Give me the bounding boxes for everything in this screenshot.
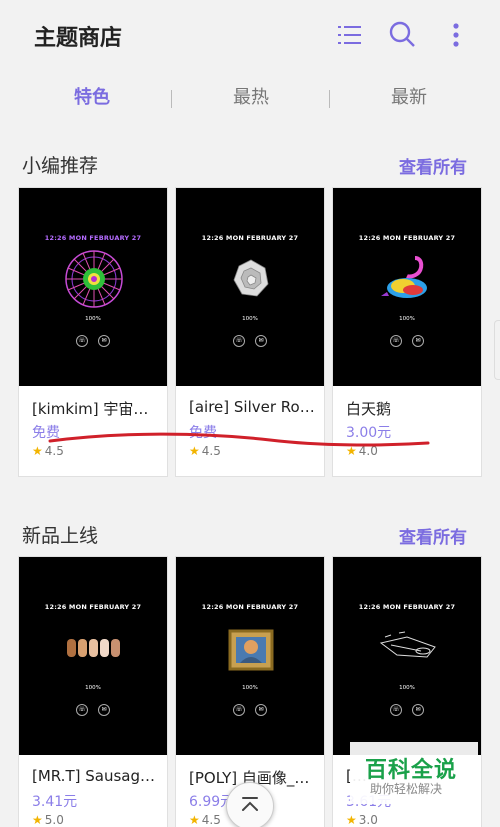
star-icon: ★	[189, 444, 200, 458]
message-icon: ✉	[98, 704, 110, 716]
see-all-new-arrivals-link[interactable]: 查看所有	[399, 523, 467, 548]
theme-rating: ★ 4.5	[189, 444, 221, 458]
message-icon: ✉	[412, 704, 424, 716]
rating-value: 4.5	[44, 444, 64, 458]
theme-thumbnail: 12:26 MON FEBRUARY 27 100% ☏ ✉	[19, 557, 167, 755]
tab-featured[interactable]: 特色	[12, 78, 172, 118]
phone-icon: ☏	[390, 704, 402, 716]
theme-price: 免费	[189, 425, 217, 441]
see-all-editor-picks-link[interactable]: 查看所有	[399, 153, 467, 178]
lock-screen-time: 12:26 MON FEBRUARY 27	[44, 603, 142, 611]
rating-value: 4.5	[201, 444, 221, 458]
message-icon: ✉	[255, 335, 267, 347]
lock-screen-time: 12:26 MON FEBRUARY 27	[44, 234, 142, 242]
lock-shortcuts: ☏ ✉	[333, 696, 481, 716]
search-icon[interactable]	[387, 20, 417, 50]
battery-text: 100%	[242, 316, 258, 322]
theme-price: 3.00元	[346, 425, 392, 441]
tab-popular[interactable]: 最热	[171, 78, 331, 118]
theme-name: [kimkim] 宇宙…	[32, 400, 149, 418]
mandala-art-icon	[65, 250, 123, 308]
lock-shortcuts: ☏ ✉	[333, 327, 481, 347]
theme-thumbnail: 12:26 MON FEBRUARY 27 100% ☏ ✉	[176, 188, 324, 386]
message-icon: ✉	[412, 335, 424, 347]
phone-icon: ☏	[233, 704, 245, 716]
lock-shortcuts: ☏ ✉	[176, 327, 324, 347]
theme-rating: ★ 3.0	[346, 813, 378, 827]
phone-icon: ☏	[390, 335, 402, 347]
star-icon: ★	[32, 444, 43, 458]
rating-value: 4.5	[201, 813, 221, 827]
theme-name: [MR.T] Sausag…	[32, 767, 155, 785]
silver-rose-art-icon	[233, 259, 269, 297]
theme-price: 免费	[32, 425, 60, 441]
list-icon[interactable]	[334, 20, 364, 50]
scroll-to-top-button[interactable]	[226, 782, 274, 827]
watermark-subtitle: 助你轻松解决	[370, 782, 443, 796]
theme-thumbnail: 12:26 MON FEBRUARY 27 100% ☏ ✉	[19, 188, 167, 386]
theme-card-mrt-sausage[interactable]: 12:26 MON FEBRUARY 27 100% ☏ ✉ [MR.T] Sau…	[18, 556, 168, 827]
theme-card-kimkim[interactable]: 12:26 MON FEBRUARY 27 100% ☏ ✉ [kimkim] 宇…	[18, 187, 168, 477]
lock-screen-time: 12:26 MON FEBRUARY 27	[201, 234, 299, 242]
theme-card-aire[interactable]: 12:26 MON FEBRUARY 27 100% ☏ ✉ [aire] Sil…	[175, 187, 325, 477]
lock-shortcuts: ☏ ✉	[19, 696, 167, 716]
theme-rating: ★ 4.0	[346, 444, 378, 458]
sausage-characters-icon	[67, 639, 120, 657]
rating-value: 4.0	[358, 444, 378, 458]
rating-value: 5.0	[44, 813, 64, 827]
rating-value: 3.0	[358, 813, 378, 827]
battery-text: 100%	[399, 685, 415, 691]
tab-bar: 特色 最热 最新	[0, 78, 500, 122]
battery-text: 100%	[242, 685, 258, 691]
tab-newest[interactable]: 最新	[329, 78, 489, 118]
phone-icon: ☏	[76, 704, 88, 716]
lock-shortcuts: ☏ ✉	[176, 696, 324, 716]
theme-name: [aire] Silver Ro…	[189, 398, 315, 416]
phone-icon: ☏	[76, 335, 88, 347]
more-vertical-icon[interactable]	[441, 20, 471, 50]
theme-thumbnail: 12:26 MON FEBRUARY 27 100% ☏ ✉	[176, 557, 324, 755]
battery-text: 100%	[399, 316, 415, 322]
message-icon: ✉	[255, 704, 267, 716]
theme-rating: ★ 4.5	[32, 444, 64, 458]
section-title-editor-picks: 小编推荐	[22, 155, 99, 177]
theme-rating: ★ 5.0	[32, 813, 64, 827]
battery-text: 100%	[85, 685, 101, 691]
battery-text: 100%	[85, 316, 101, 322]
star-icon: ★	[32, 813, 43, 827]
theme-rating: ★ 4.5	[189, 813, 221, 827]
theme-card-white-swan[interactable]: 12:26 MON FEBRUARY 27 100% ☏ ✉ 白天鹅 3.00元 …	[332, 187, 482, 477]
theme-thumbnail: 12:26 MON FEBRUARY 27 100% ☏ ✉	[333, 188, 481, 386]
page-title: 主题商店	[34, 26, 123, 51]
lock-shortcuts: ☏ ✉	[19, 327, 167, 347]
lock-screen-time: 12:26 MON FEBRUARY 27	[201, 603, 299, 611]
theme-thumbnail: 12:26 MON FEBRUARY 27 100% ☏ ✉	[333, 557, 481, 755]
star-icon: ★	[346, 444, 357, 458]
star-icon: ★	[189, 813, 200, 827]
section-title-new-arrivals: 新品上线	[22, 525, 99, 547]
scroll-indicator[interactable]	[494, 320, 500, 380]
lock-screen-time: 12:26 MON FEBRUARY 27	[358, 603, 456, 611]
double-chevron-up-icon	[242, 797, 258, 811]
portrait-painting-icon	[228, 629, 274, 671]
theme-name: 白天鹅	[346, 400, 392, 418]
line-sketch-icon	[379, 631, 436, 658]
message-icon: ✉	[98, 335, 110, 347]
swan-art-icon	[381, 256, 427, 298]
watermark: 百科全说 助你轻松解决	[350, 742, 478, 804]
star-icon: ★	[346, 813, 357, 827]
lock-screen-time: 12:26 MON FEBRUARY 27	[358, 234, 456, 242]
phone-icon: ☏	[233, 335, 245, 347]
app-header: 主题商店	[0, 0, 500, 70]
theme-price: 3.41元	[32, 794, 78, 810]
